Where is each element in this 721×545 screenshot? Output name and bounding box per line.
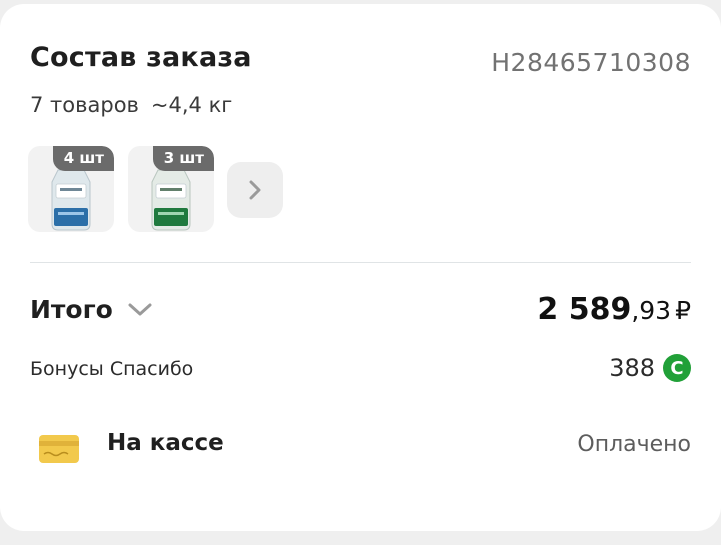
- payment-status: Оплачено: [577, 432, 691, 457]
- currency-symbol: ₽: [675, 296, 691, 325]
- thumbnail-qty-badge: 3 шт: [152, 146, 214, 171]
- payment-method-label: На кассе: [107, 430, 224, 456]
- bonus-value: 388: [609, 354, 655, 382]
- total-amount-fraction: ,93: [631, 296, 672, 325]
- bonus-label: Бонусы Спасибо: [30, 358, 194, 380]
- order-composition-title: Состав заказа: [30, 42, 252, 73]
- card-icon: [39, 435, 79, 463]
- total-toggle[interactable]: Итого: [30, 295, 153, 324]
- order-details-card: Состав заказа H28465710308 7 товаров ~4,4…: [0, 4, 721, 531]
- chevron-down-icon: [127, 302, 153, 318]
- product-thumbnail-1[interactable]: 4 шт: [28, 146, 114, 232]
- spasibo-bonus-icon: С: [663, 354, 691, 382]
- section-divider: [30, 262, 691, 263]
- order-weight: ~4,4 кг: [150, 93, 233, 117]
- show-more-items-button[interactable]: [227, 162, 283, 218]
- items-count: 7 товаров: [30, 93, 139, 117]
- order-summary: 7 товаров ~4,4 кг: [30, 93, 232, 117]
- total-amount: 2 589,93 ₽: [537, 292, 691, 327]
- total-amount-integer: 2 589: [537, 292, 632, 327]
- product-thumbnail-2[interactable]: 3 шт: [128, 146, 214, 232]
- total-label: Итого: [30, 295, 113, 324]
- bonus-amount: 388 С: [609, 354, 691, 382]
- chevron-right-icon: [249, 180, 261, 200]
- order-number: H28465710308: [491, 48, 691, 77]
- thumbnail-qty-badge: 4 шт: [52, 146, 114, 171]
